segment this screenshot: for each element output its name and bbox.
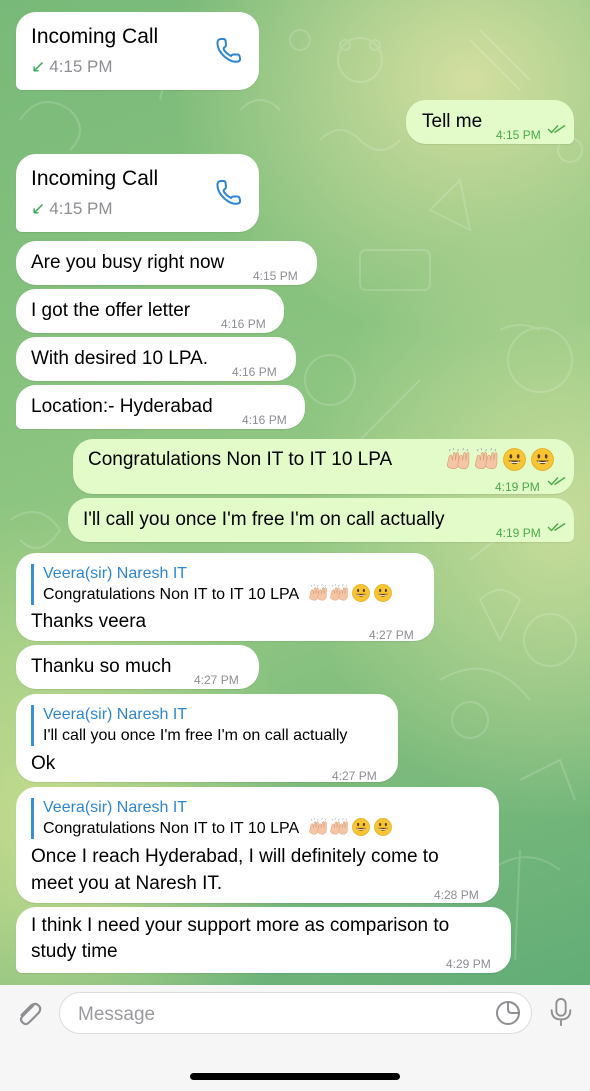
- quoted-reply[interactable]: Veera(sir) Naresh IT Congratulations Non…: [31, 798, 392, 839]
- reply-text: Congratulations Non IT to IT 10 LPA: [43, 583, 392, 605]
- incoming-reply-message[interactable]: Veera(sir) Naresh IT Congratulations Non…: [16, 787, 499, 903]
- raising-hands-emoji: [308, 583, 327, 601]
- smiley-emoji: [373, 584, 392, 602]
- incoming-message[interactable]: I think I need your support more as comp…: [16, 907, 511, 973]
- smiley-emoji: [373, 818, 392, 836]
- smiley-emoji: [531, 448, 554, 471]
- call-title: Incoming Call: [31, 25, 159, 48]
- message-text: Location:- Hyderabad: [31, 396, 213, 417]
- message-text: Congratulations Non IT to IT 10 LPA: [88, 449, 393, 470]
- smiley-emoji: [351, 818, 370, 836]
- message-text-line: study time: [31, 941, 118, 962]
- message-text-line: meet you at Naresh IT.: [31, 873, 223, 894]
- message-time: 4:19 PM: [496, 526, 541, 540]
- raising-hands-emoji: [329, 583, 348, 601]
- message-time: 4:29 PM: [446, 957, 491, 971]
- incoming-reply-message[interactable]: Veera(sir) Naresh IT I'll call you once …: [16, 694, 398, 783]
- message-time: 4:15 PM: [496, 128, 541, 142]
- incoming-message[interactable]: I got the offer letter 4:16 PM: [16, 289, 284, 333]
- message-input[interactable]: [76, 1001, 480, 1029]
- incoming-arrow-icon: ↙: [31, 57, 46, 76]
- reply-author: Veera(sir) Naresh IT: [43, 799, 188, 816]
- message-text: Thanku so much: [31, 656, 172, 677]
- message-time: 4:27 PM: [369, 628, 414, 642]
- incoming-reply-message[interactable]: Veera(sir) Naresh IT Congratulations Non…: [16, 553, 434, 642]
- raising-hands-emoji: [446, 448, 470, 470]
- message-text: With desired 10 LPA.: [31, 348, 209, 369]
- message-time: 4:27 PM: [332, 769, 377, 783]
- message-text: I'll call you once I'm free I'm on call …: [83, 509, 445, 530]
- call-time: ↙ 4:15 PM: [31, 57, 113, 76]
- incoming-call-bubble[interactable]: Incoming Call ↙ 4:15 PM: [16, 12, 259, 90]
- smiley-emoji: [503, 448, 526, 471]
- message-text: Are you busy right now: [31, 252, 225, 273]
- message-input-box[interactable]: [59, 992, 532, 1034]
- incoming-message[interactable]: With desired 10 LPA. 4:16 PM: [16, 337, 296, 381]
- message-text: Tell me: [422, 111, 483, 132]
- outgoing-message[interactable]: Tell me 4:15 PM: [406, 100, 574, 144]
- message-time: 4:27 PM: [194, 673, 239, 687]
- smiley-emoji: [351, 584, 370, 602]
- message-text: Thanks veera: [31, 611, 147, 632]
- message-time: 4:15 PM: [253, 269, 298, 283]
- raising-hands-emoji: [329, 817, 348, 835]
- call-time: ↙ 4:15 PM: [31, 199, 113, 218]
- reply-author: Veera(sir) Naresh IT: [43, 565, 188, 582]
- call-title: Incoming Call: [31, 167, 159, 190]
- incoming-message[interactable]: Location:- Hyderabad 4:16 PM: [16, 385, 305, 429]
- quoted-reply[interactable]: Veera(sir) Naresh IT I'll call you once …: [31, 705, 347, 746]
- message-text: Ok: [31, 753, 56, 774]
- outgoing-message[interactable]: Congratulations Non IT to IT 10 LPA 4:19…: [73, 439, 574, 494]
- read-checkmarks-icon: [547, 124, 566, 134]
- microphone-icon[interactable]: [547, 996, 575, 1028]
- read-checkmarks-icon: [547, 476, 566, 486]
- paperclip-icon[interactable]: [13, 998, 45, 1030]
- message-time: 4:28 PM: [434, 888, 479, 902]
- incoming-arrow-icon: ↙: [31, 199, 46, 218]
- incoming-message[interactable]: Are you busy right now 4:15 PM: [16, 241, 317, 285]
- message-time: 4:19 PM: [495, 480, 540, 494]
- reply-author: Veera(sir) Naresh IT: [43, 706, 188, 723]
- quoted-reply[interactable]: Veera(sir) Naresh IT Congratulations Non…: [31, 564, 392, 605]
- home-indicator[interactable]: [190, 1073, 400, 1080]
- phone-icon[interactable]: [213, 178, 243, 208]
- message-time: 4:16 PM: [242, 413, 287, 427]
- message-time: 4:16 PM: [221, 317, 266, 331]
- sticker-icon[interactable]: [494, 999, 522, 1027]
- phone-icon[interactable]: [213, 36, 243, 66]
- reply-text: Congratulations Non IT to IT 10 LPA: [43, 817, 392, 839]
- read-checkmarks-icon: [547, 522, 566, 532]
- raising-hands-emoji: [474, 448, 498, 470]
- incoming-message[interactable]: Thanku so much 4:27 PM: [16, 645, 259, 689]
- outgoing-message[interactable]: I'll call you once I'm free I'm on call …: [68, 498, 574, 542]
- incoming-call-bubble[interactable]: Incoming Call ↙ 4:15 PM: [16, 154, 259, 232]
- message-text: I got the offer letter: [31, 300, 191, 321]
- message-text-line: I think I need your support more as comp…: [31, 915, 450, 936]
- message-time: 4:16 PM: [232, 365, 277, 379]
- raising-hands-emoji: [308, 817, 327, 835]
- message-text-line: Once I reach Hyderabad, I will definitel…: [31, 846, 439, 867]
- reply-text: I'll call you once I'm free I'm on call …: [43, 727, 348, 744]
